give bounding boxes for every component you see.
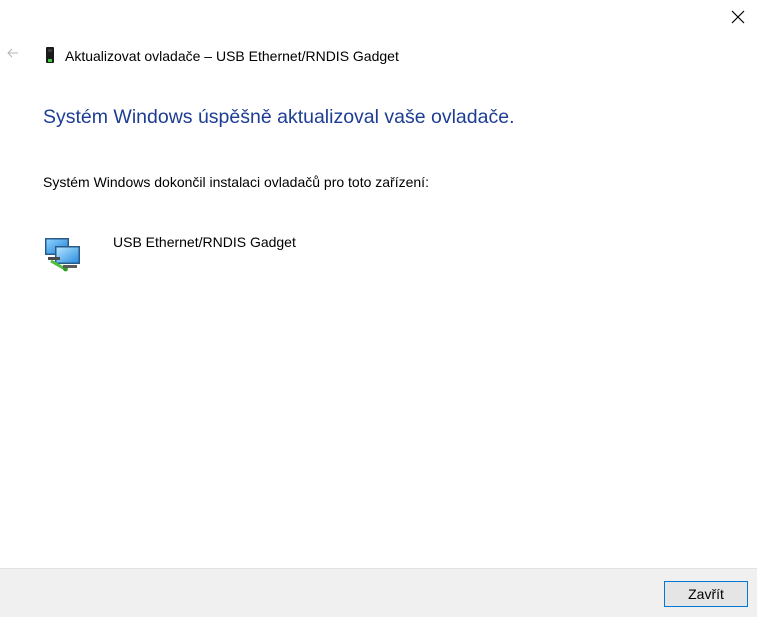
dialog-footer: Zavřít: [0, 568, 757, 617]
network-adapter-icon: [45, 238, 80, 272]
update-drivers-dialog: Aktualizovat ovladače – USB Ethernet/RND…: [0, 0, 757, 617]
back-button[interactable]: [6, 45, 20, 61]
completion-description: Systém Windows dokončil instalaci ovlada…: [43, 174, 429, 190]
usb-device-icon: [46, 47, 54, 63]
back-arrow-icon: [7, 48, 18, 58]
success-heading: Systém Windows úspěšně aktualizoval vaše…: [43, 106, 515, 128]
close-button[interactable]: Zavřít: [664, 581, 748, 607]
device-entry: USB Ethernet/RNDIS Gadget: [43, 233, 296, 273]
close-window-button[interactable]: [727, 6, 749, 28]
dialog-title: Aktualizovat ovladače – USB Ethernet/RND…: [65, 48, 399, 64]
device-name: USB Ethernet/RNDIS Gadget: [113, 234, 296, 250]
dialog-title-bar: Aktualizovat ovladače – USB Ethernet/RND…: [43, 45, 399, 67]
close-icon: [731, 10, 745, 24]
